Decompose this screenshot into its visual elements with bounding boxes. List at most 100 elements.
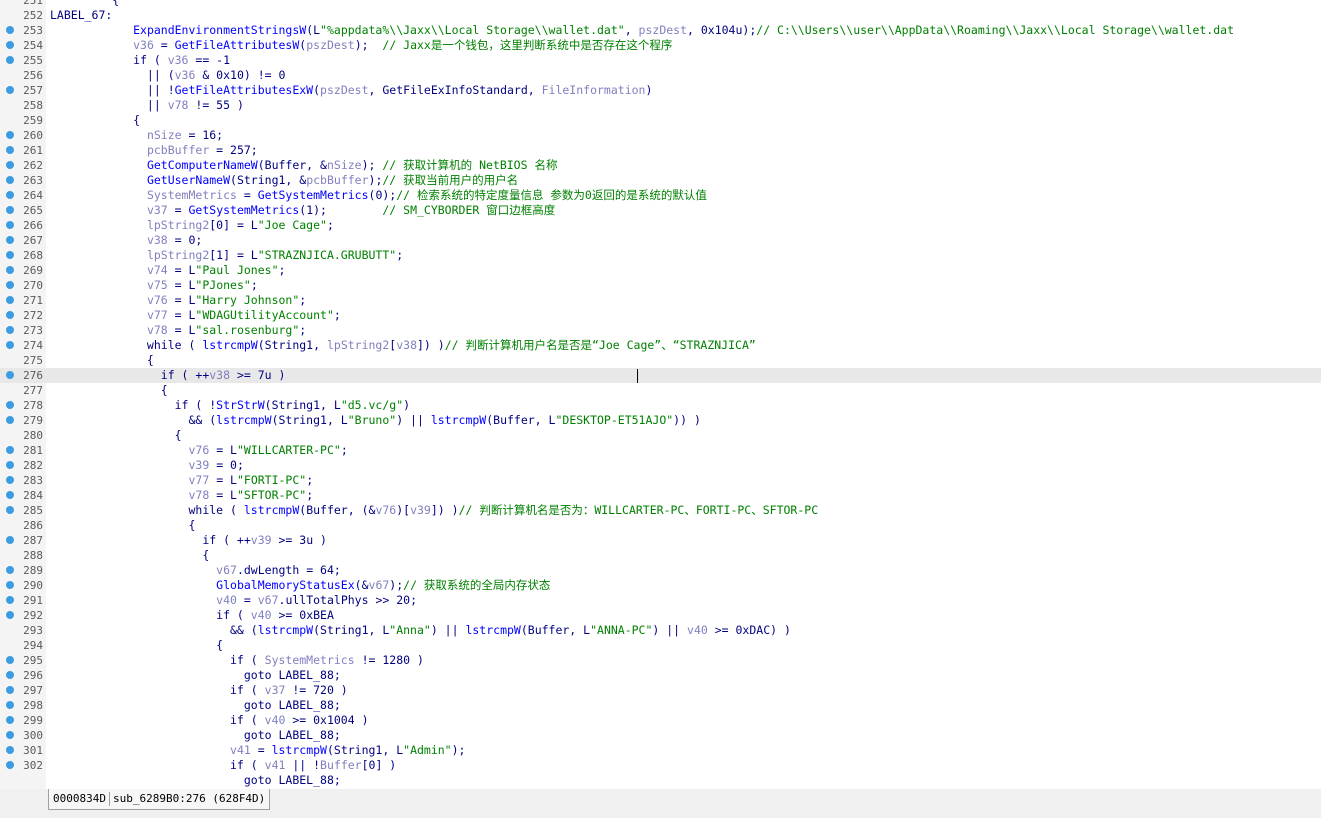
function-token[interactable]: lstrcmpW xyxy=(465,623,520,637)
code-text[interactable]: if ( v40 >= 0xBEA xyxy=(50,608,334,623)
function-token[interactable]: lstrcmpW xyxy=(431,413,486,427)
code-text[interactable]: { xyxy=(50,113,140,128)
breakpoint-dot-icon[interactable] xyxy=(6,686,14,694)
breakpoint-dot-icon[interactable] xyxy=(6,221,14,229)
code-line[interactable]: 298 goto LABEL_88; xyxy=(0,698,1321,713)
code-text[interactable]: while ( lstrcmpW(Buffer, (&v76)[v39]) )/… xyxy=(50,503,818,518)
pseudocode-view[interactable]: 251 {252 LABEL_67: 253 ExpandEnvironmentSt… xyxy=(0,0,1321,789)
variable-token[interactable]: v40 xyxy=(265,713,286,727)
code-line[interactable]: 262 GetComputerNameW(Buffer, &nSize); //… xyxy=(0,158,1321,173)
breakpoint-dot-icon[interactable] xyxy=(6,161,14,169)
code-text[interactable]: while ( lstrcmpW(String1, lpString2[v38]… xyxy=(50,338,756,353)
breakpoint-dot-icon[interactable] xyxy=(6,506,14,514)
function-token[interactable]: lstrcmpW xyxy=(202,338,257,352)
code-line[interactable]: 273 v78 = L"sal.rosenburg"; xyxy=(0,323,1321,338)
code-line[interactable]: 251 { xyxy=(0,0,1321,8)
code-text[interactable]: if ( v37 != 720 ) xyxy=(50,683,348,698)
code-text[interactable]: if ( !StrStrW(String1, L"d5.vc/g") xyxy=(50,398,410,413)
code-line[interactable]: 253 ExpandEnvironmentStringsW(L"%appdata… xyxy=(0,23,1321,38)
code-line[interactable]: 263 GetUserNameW(String1, &pcbBuffer);//… xyxy=(0,173,1321,188)
breakpoint-dot-icon[interactable] xyxy=(6,701,14,709)
code-text[interactable]: && (lstrcmpW(String1, L"Anna") || lstrcm… xyxy=(50,623,791,638)
breakpoint-dot-icon[interactable] xyxy=(6,191,14,199)
code-text[interactable]: goto LABEL_88; xyxy=(50,698,341,713)
breakpoint-dot-icon[interactable] xyxy=(6,656,14,664)
breakpoint-dot-icon[interactable] xyxy=(6,371,14,379)
code-text[interactable]: LABEL_67: xyxy=(50,8,112,23)
code-line[interactable]: 292 if ( v40 >= 0xBEA xyxy=(0,608,1321,623)
code-text[interactable]: lpString2[1] = L"STRAZNJICA.GRUBUTT"; xyxy=(50,248,403,263)
variable-token[interactable]: v78 xyxy=(168,98,189,112)
breakpoint-dot-icon[interactable] xyxy=(6,296,14,304)
code-line[interactable]: 264 SystemMetrics = GetSystemMetrics(0);… xyxy=(0,188,1321,203)
function-token[interactable]: GetSystemMetrics xyxy=(258,188,369,202)
code-text[interactable]: if ( ++v38 >= 7u ) xyxy=(50,368,286,383)
code-text[interactable]: || (v36 & 0x10) != 0 xyxy=(50,68,286,83)
breakpoint-dot-icon[interactable] xyxy=(6,131,14,139)
code-line-current[interactable]: 276 if ( ++v38 >= 7u ) xyxy=(0,368,1321,383)
code-text[interactable]: v77 = L"FORTI-PC"; xyxy=(50,473,313,488)
variable-token[interactable]: pcbBuffer xyxy=(306,173,368,187)
code-text[interactable]: goto LABEL_88; xyxy=(50,728,341,743)
code-line[interactable]: 282 v39 = 0; xyxy=(0,458,1321,473)
code-line[interactable]: 272 v77 = L"WDAGUtilityAccount"; xyxy=(0,308,1321,323)
code-line[interactable]: 300 goto LABEL_88; xyxy=(0,728,1321,743)
function-token[interactable]: ExpandEnvironmentStringsW xyxy=(133,23,306,37)
code-text[interactable]: nSize = 16; xyxy=(50,128,223,143)
code-line[interactable]: 265 v37 = GetSystemMetrics(1); // SM_CYB… xyxy=(0,203,1321,218)
code-text[interactable]: { xyxy=(50,428,182,443)
variable-token[interactable]: v78 xyxy=(147,323,168,337)
code-line[interactable]: 279 && (lstrcmpW(String1, L"Bruno") || l… xyxy=(0,413,1321,428)
breakpoint-dot-icon[interactable] xyxy=(6,236,14,244)
breakpoint-dot-icon[interactable] xyxy=(6,56,14,64)
code-text[interactable]: if ( ++v39 >= 3u ) xyxy=(50,533,327,548)
code-line[interactable]: 252 LABEL_67: xyxy=(0,8,1321,23)
code-line[interactable]: 297 if ( v37 != 720 ) xyxy=(0,683,1321,698)
variable-token[interactable]: v41 xyxy=(265,758,286,772)
code-line[interactable]: 293 && (lstrcmpW(String1, L"Anna") || ls… xyxy=(0,623,1321,638)
variable-token[interactable]: v75 xyxy=(147,278,168,292)
variable-token[interactable]: pszDest xyxy=(639,23,687,37)
function-token[interactable]: GetFileAttributesExW xyxy=(175,83,313,97)
code-text[interactable]: v74 = L"Paul Jones"; xyxy=(50,263,286,278)
code-line[interactable]: 254 v36 = GetFileAttributesW(pszDest); /… xyxy=(0,38,1321,53)
code-line[interactable]: 277 { xyxy=(0,383,1321,398)
variable-token[interactable]: nSize xyxy=(327,158,362,172)
variable-token[interactable]: v76 xyxy=(188,443,209,457)
variable-token[interactable]: v77 xyxy=(188,473,209,487)
code-line[interactable]: 286 { xyxy=(0,518,1321,533)
variable-token[interactable]: pszDest xyxy=(320,83,368,97)
breakpoint-dot-icon[interactable] xyxy=(6,326,14,334)
code-line[interactable]: 285 while ( lstrcmpW(Buffer, (&v76)[v39]… xyxy=(0,503,1321,518)
code-text[interactable]: v77 = L"WDAGUtilityAccount"; xyxy=(50,308,341,323)
breakpoint-dot-icon[interactable] xyxy=(6,461,14,469)
code-line[interactable]: 267 v38 = 0; xyxy=(0,233,1321,248)
breakpoint-dot-icon[interactable] xyxy=(6,311,14,319)
variable-token[interactable]: v39 xyxy=(188,458,209,472)
breakpoint-dot-icon[interactable] xyxy=(6,26,14,34)
variable-token[interactable]: v67 xyxy=(216,563,237,577)
code-line[interactable]: 274 while ( lstrcmpW(String1, lpString2[… xyxy=(0,338,1321,353)
code-line[interactable]: 283 v77 = L"FORTI-PC"; xyxy=(0,473,1321,488)
code-text[interactable]: v36 = GetFileAttributesW(pszDest); // Ja… xyxy=(50,38,672,53)
code-line[interactable]: 288 { xyxy=(0,548,1321,563)
breakpoint-dot-icon[interactable] xyxy=(6,671,14,679)
code-line[interactable]: 259 { xyxy=(0,113,1321,128)
function-token[interactable]: lstrcmpW xyxy=(244,503,299,517)
code-text[interactable]: { xyxy=(50,0,119,8)
function-token[interactable]: GetSystemMetrics xyxy=(189,203,300,217)
code-line[interactable]: 281 v76 = L"WILLCARTER-PC"; xyxy=(0,443,1321,458)
variable-token[interactable]: FileInformation xyxy=(542,83,646,97)
function-token[interactable]: GetComputerNameW xyxy=(147,158,258,172)
breakpoint-dot-icon[interactable] xyxy=(6,266,14,274)
code-line[interactable]: 299 if ( v40 >= 0x1004 ) xyxy=(0,713,1321,728)
breakpoint-dot-icon[interactable] xyxy=(6,176,14,184)
variable-token[interactable]: v41 xyxy=(230,743,251,757)
function-token[interactable]: GetFileAttributesW xyxy=(175,38,300,52)
code-text[interactable]: GetUserNameW(String1, &pcbBuffer);// 获取当… xyxy=(50,173,518,188)
code-line[interactable]: 270 v75 = L"PJones"; xyxy=(0,278,1321,293)
variable-token[interactable]: v36 xyxy=(168,53,189,67)
variable-token[interactable]: v74 xyxy=(147,263,168,277)
breakpoint-dot-icon[interactable] xyxy=(6,581,14,589)
code-text[interactable]: if ( v41 || !Buffer[0] ) xyxy=(50,758,396,773)
